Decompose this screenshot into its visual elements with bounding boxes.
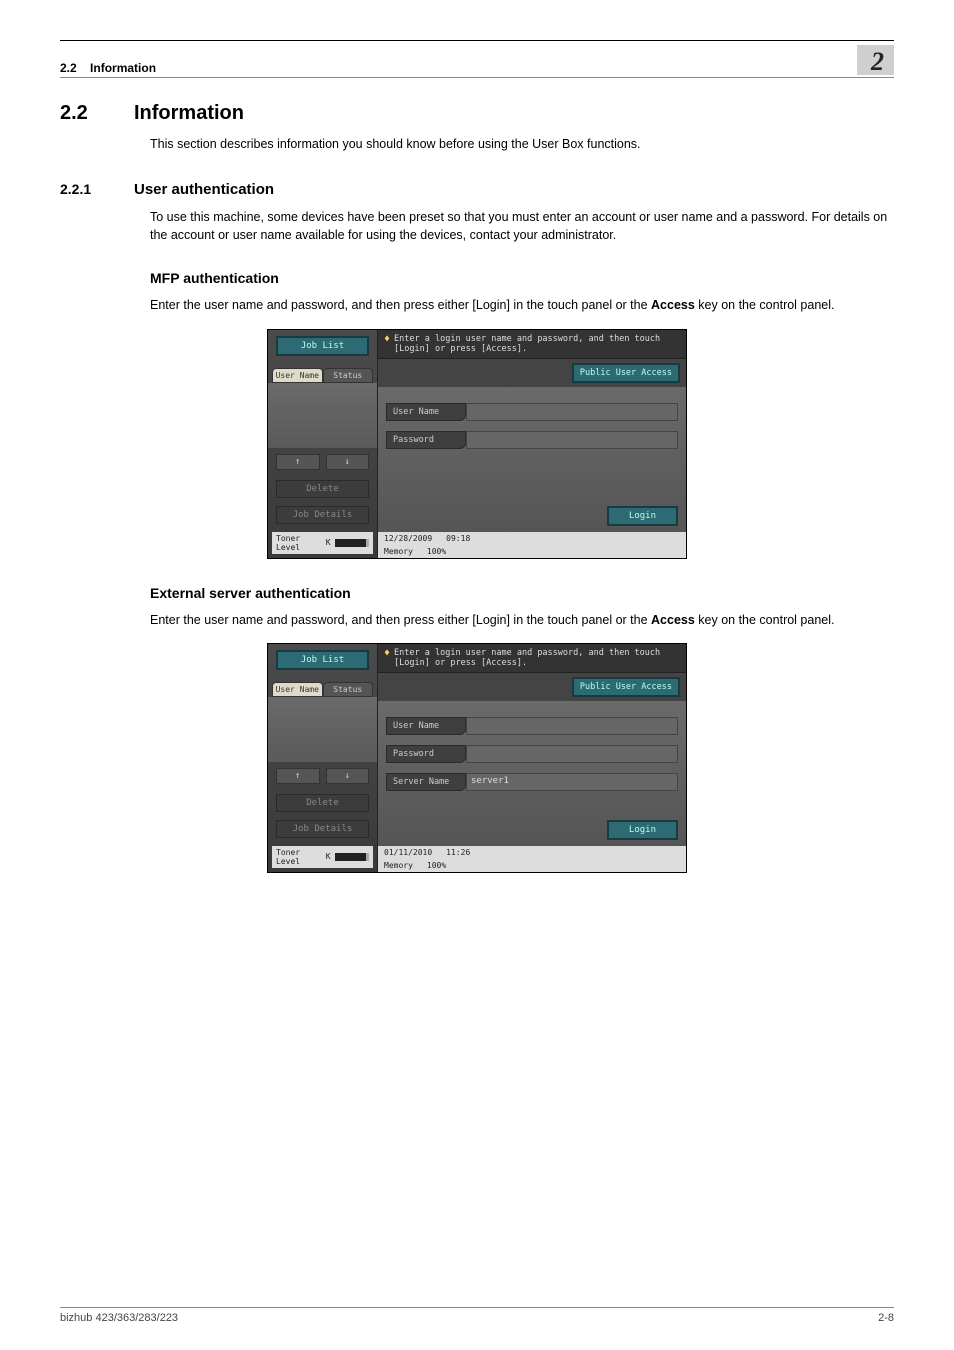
job-list-button[interactable]: Job List — [276, 650, 369, 670]
login-button[interactable]: Login — [607, 506, 678, 526]
h1-title: Information — [134, 102, 244, 125]
mfp-login-panel: Job List User Name Status ↑ ↓ Delete Job… — [267, 329, 687, 559]
arrow-down-button[interactable]: ↓ — [326, 454, 370, 470]
page-header: 2.2 Information 2 — [60, 45, 894, 78]
password-label[interactable]: Password — [386, 745, 466, 763]
footer-right: 2-8 — [878, 1312, 894, 1324]
user-name-label[interactable]: User Name — [386, 717, 466, 735]
h1-number: 2.2 — [60, 102, 112, 125]
external-body: Enter the user name and password, and th… — [150, 611, 894, 629]
arrow-up-button[interactable]: ↑ — [276, 768, 320, 784]
footer-left: bizhub 423/363/283/223 — [60, 1312, 178, 1324]
tab-status[interactable]: Status — [323, 368, 374, 383]
status-bar: 12/28/200909:18 — [378, 532, 686, 545]
header-section-title: Information — [90, 61, 156, 75]
public-user-access-button[interactable]: Public User Access — [572, 677, 680, 697]
password-input[interactable] — [466, 745, 678, 763]
status-bar-mem: Memory100% — [378, 859, 686, 872]
arrow-down-button[interactable]: ↓ — [326, 768, 370, 784]
intro-text: This section describes information you s… — [150, 135, 894, 153]
page-footer: bizhub 423/363/283/223 2-8 — [60, 1307, 894, 1324]
external-heading: External server authentication — [150, 585, 894, 601]
mfp-heading: MFP authentication — [150, 270, 894, 286]
delete-button[interactable]: Delete — [276, 794, 369, 812]
instruction-text: ♦Enter a login user name and password, a… — [378, 330, 686, 359]
user-name-input[interactable] — [466, 403, 678, 421]
mfp-body: Enter the user name and password, and th… — [150, 296, 894, 314]
tab-user-name[interactable]: User Name — [272, 682, 323, 697]
user-name-input[interactable] — [466, 717, 678, 735]
external-login-panel: Job List User Name Status ↑ ↓ Delete Job… — [267, 643, 687, 873]
login-button[interactable]: Login — [607, 820, 678, 840]
bulb-icon: ♦ — [384, 648, 390, 659]
sub1-body: To use this machine, some devices have b… — [150, 208, 894, 244]
job-details-button[interactable]: Job Details — [276, 506, 369, 524]
chapter-number: 2 — [871, 47, 890, 76]
delete-button[interactable]: Delete — [276, 480, 369, 498]
public-user-access-button[interactable]: Public User Access — [572, 363, 680, 383]
header-section-num: 2.2 — [60, 61, 77, 75]
toner-level: Toner LevelK — [272, 532, 373, 554]
instruction-text: ♦Enter a login user name and password, a… — [378, 644, 686, 673]
toner-level: Toner LevelK — [272, 846, 373, 868]
password-label[interactable]: Password — [386, 431, 466, 449]
server-name-value[interactable]: server1 — [466, 773, 678, 791]
server-name-label[interactable]: Server Name — [386, 773, 466, 791]
bulb-icon: ♦ — [384, 334, 390, 345]
job-list-button[interactable]: Job List — [276, 336, 369, 356]
tab-user-name[interactable]: User Name — [272, 368, 323, 383]
status-bar-mem: Memory100% — [378, 545, 686, 558]
user-name-label[interactable]: User Name — [386, 403, 466, 421]
password-input[interactable] — [466, 431, 678, 449]
h2-number: 2.2.1 — [60, 181, 112, 197]
job-details-button[interactable]: Job Details — [276, 820, 369, 838]
h2-title: User authentication — [134, 181, 274, 198]
status-bar: 01/11/201011:26 — [378, 846, 686, 859]
arrow-up-button[interactable]: ↑ — [276, 454, 320, 470]
tab-status[interactable]: Status — [323, 682, 374, 697]
